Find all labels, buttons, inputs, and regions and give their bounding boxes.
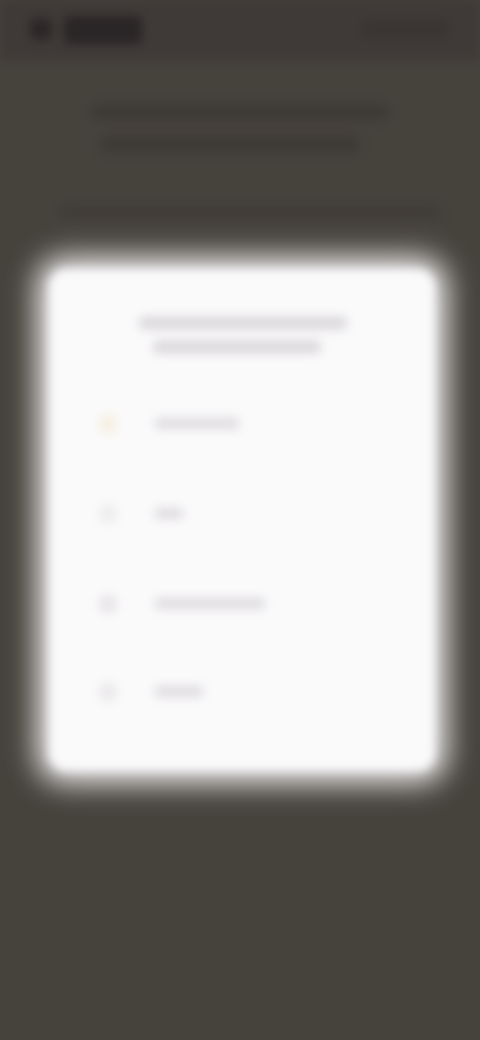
option-icon bbox=[98, 504, 118, 524]
option-label bbox=[154, 685, 204, 698]
option-icon bbox=[98, 682, 118, 702]
blurred-screen bbox=[0, 0, 480, 1040]
status-bar bbox=[0, 0, 480, 60]
app-title bbox=[64, 16, 142, 44]
background-heading-line bbox=[100, 136, 360, 152]
dialog-title bbox=[138, 316, 348, 330]
option-label bbox=[154, 417, 240, 430]
dialog-option-3[interactable] bbox=[88, 580, 408, 628]
option-label bbox=[154, 507, 184, 520]
dialog-title-line-2 bbox=[152, 340, 322, 354]
status-icons bbox=[360, 20, 450, 38]
dialog-option-4[interactable] bbox=[88, 668, 408, 716]
background-heading-line bbox=[90, 104, 390, 120]
dialog-option-1[interactable] bbox=[88, 400, 408, 448]
option-icon bbox=[98, 594, 118, 614]
option-icon bbox=[98, 414, 118, 434]
background-text-line bbox=[60, 206, 440, 218]
option-label bbox=[154, 597, 266, 610]
back-icon[interactable] bbox=[30, 18, 52, 40]
option-dialog bbox=[48, 268, 436, 772]
dialog-option-2[interactable] bbox=[88, 490, 408, 538]
